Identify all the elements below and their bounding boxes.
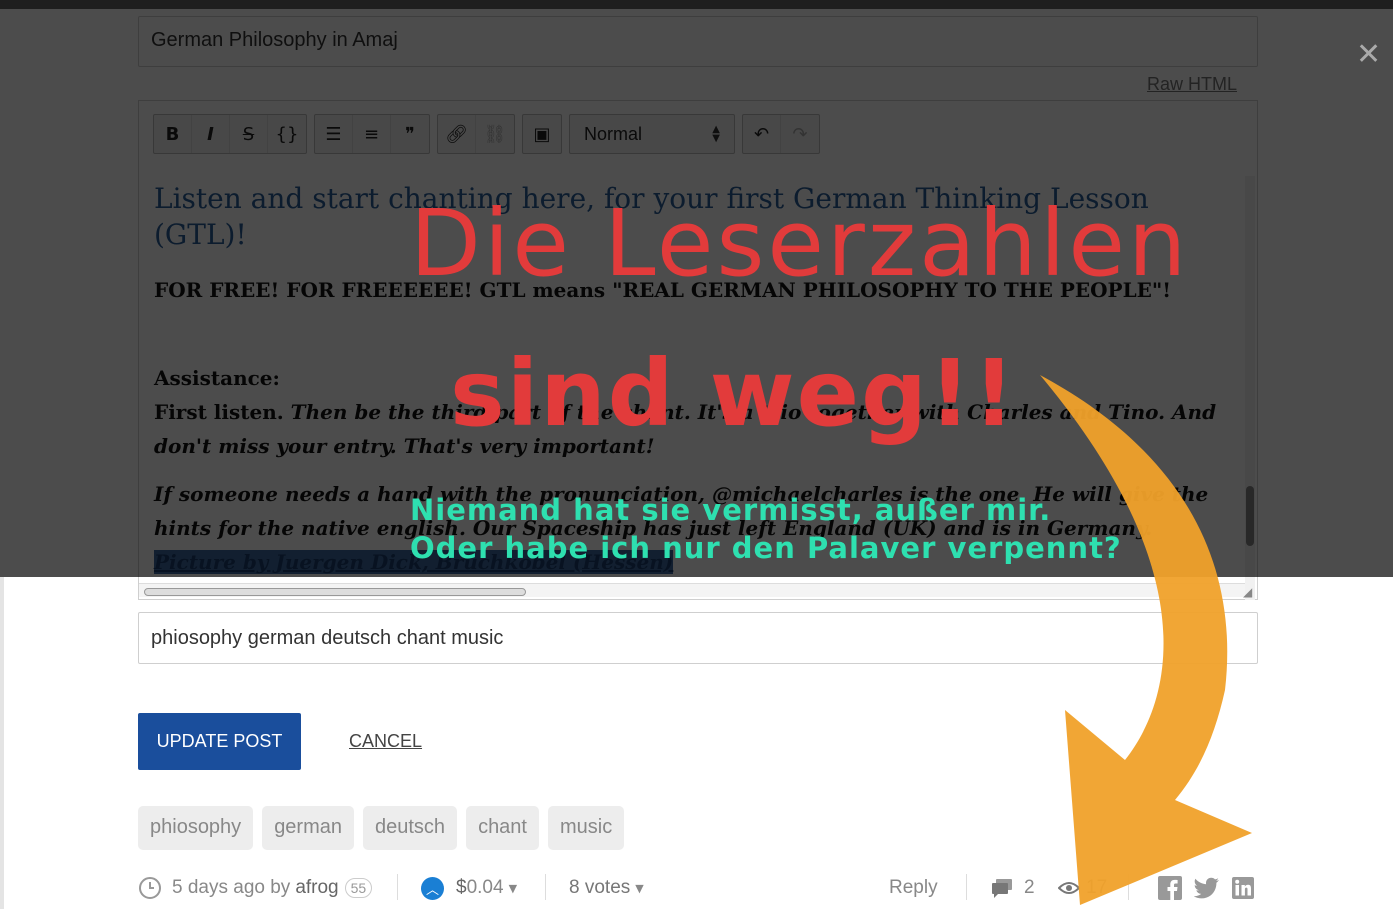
- assistance-rest: Then be the third part of the chant. It'…: [154, 400, 1217, 458]
- code-icon[interactable]: {}: [268, 115, 306, 153]
- twitter-icon[interactable]: [1194, 877, 1220, 899]
- numbered-list-icon[interactable]: ≡: [353, 115, 391, 153]
- image-icon[interactable]: ▣: [523, 115, 561, 153]
- comments-icon: [992, 879, 1012, 898]
- unlink-icon[interactable]: ⛓: [476, 115, 514, 153]
- link-group: 🔗︎ ⛓: [437, 114, 515, 154]
- raw-html-link[interactable]: Raw HTML: [1147, 74, 1237, 95]
- resize-grip-icon[interactable]: ◢: [1243, 585, 1257, 599]
- upvote-icon[interactable]: ︿: [421, 876, 444, 900]
- list-group: ☰ ≡ ❞: [314, 114, 430, 154]
- votes-count[interactable]: 8 votes: [569, 877, 630, 899]
- tags-input[interactable]: phiosophy german deutsch chant music: [138, 612, 1258, 664]
- share-block: [1158, 872, 1254, 904]
- top-bar: [0, 0, 1393, 9]
- tag-list: phiosophy german deutsch chant music: [138, 806, 625, 850]
- editor-content[interactable]: Listen and start chanting here, for your…: [154, 181, 1224, 579]
- image-group: ▣: [522, 114, 562, 154]
- reputation-badge: 55: [344, 878, 373, 898]
- undo-icon[interactable]: ↶: [743, 115, 781, 153]
- content-heading: Listen and start chanting here, for your…: [154, 182, 1149, 251]
- format-group: B I S {}: [153, 114, 307, 154]
- link-icon[interactable]: 🔗︎: [438, 115, 476, 153]
- views-count: 17: [1086, 877, 1108, 898]
- strikethrough-icon[interactable]: S: [230, 115, 268, 153]
- select-arrows-icon: ▲ ▼: [712, 124, 720, 144]
- tag-chip[interactable]: music: [548, 806, 625, 850]
- post-meta: 5 days ago by afrog 55: [138, 872, 373, 904]
- assistance-first: First listen.: [154, 400, 284, 424]
- vertical-scroll-thumb[interactable]: [1246, 486, 1254, 546]
- post-footer: 5 days ago by afrog 55 ︿ $ 0.04 ▼ 8 vote…: [138, 872, 1258, 904]
- reply-link[interactable]: Reply: [889, 872, 938, 904]
- bullet-list-icon[interactable]: ☰: [315, 115, 353, 153]
- picture-credit-link[interactable]: Picture by Juergen Dick, Bruchkobel (Hes…: [154, 550, 674, 574]
- payout-amount[interactable]: 0.04: [467, 877, 504, 899]
- divider: [966, 874, 967, 900]
- comments-count: 2: [1024, 877, 1035, 898]
- horizontal-scroll-thumb[interactable]: [144, 588, 526, 596]
- author-link[interactable]: afrog: [295, 877, 338, 899]
- payout-caret-icon[interactable]: ▼: [509, 882, 517, 895]
- content-paragraph-free: FOR FREE! FOR FREEEEEE! GTL means "REAL …: [154, 278, 1172, 302]
- tag-chip[interactable]: chant: [466, 806, 539, 850]
- horizontal-scrollbar[interactable]: [139, 583, 1245, 597]
- quote-icon[interactable]: ❞: [391, 115, 429, 153]
- tag-chip[interactable]: deutsch: [363, 806, 458, 850]
- format-select-value: Normal: [584, 123, 643, 144]
- tag-chip[interactable]: german: [262, 806, 354, 850]
- content-paragraph-pronunciation: If someone needs a hand with the pronunc…: [154, 477, 1224, 579]
- editor-toolbar: B I S {} ☰ ≡ ❞ 🔗︎ ⛓ ▣ Normal ▲ ▼ ↶ ↷: [153, 114, 820, 156]
- redo-icon[interactable]: ↷: [781, 115, 819, 153]
- format-select[interactable]: Normal ▲ ▼: [569, 114, 735, 154]
- bold-icon[interactable]: B: [154, 115, 192, 153]
- divider: [545, 874, 546, 900]
- divider: [1128, 874, 1129, 900]
- cancel-button[interactable]: CANCEL: [349, 731, 422, 752]
- comments-block[interactable]: 2: [990, 872, 1035, 904]
- rich-text-editor[interactable]: B I S {} ☰ ≡ ❞ 🔗︎ ⛓ ▣ Normal ▲ ▼ ↶ ↷ List…: [138, 100, 1258, 600]
- history-group: ↶ ↷: [742, 114, 820, 154]
- eye-icon: [1058, 882, 1080, 894]
- vertical-scrollbar[interactable]: [1245, 176, 1255, 600]
- italic-icon[interactable]: I: [192, 115, 230, 153]
- close-icon[interactable]: ✕: [1356, 40, 1381, 70]
- content-paragraph-assistance: Assistance: First listen. Then be the th…: [154, 361, 1224, 463]
- clock-icon: [139, 877, 161, 899]
- views-block: 17: [1058, 872, 1107, 904]
- assistance-label: Assistance:: [154, 366, 280, 390]
- payout-block: ︿ $ 0.04 ▼: [421, 872, 517, 904]
- divider: [397, 874, 398, 900]
- votes-block[interactable]: 8 votes ▼: [569, 872, 644, 904]
- payout-currency: $: [456, 877, 467, 898]
- reply-label[interactable]: Reply: [889, 877, 938, 899]
- facebook-icon[interactable]: [1158, 876, 1182, 900]
- left-edge: [0, 577, 4, 909]
- votes-caret-icon[interactable]: ▼: [635, 882, 643, 895]
- tag-chip[interactable]: phiosophy: [138, 806, 254, 850]
- pronunciation-text: If someone needs a hand with the pronunc…: [154, 482, 1209, 540]
- post-title-input[interactable]: German Philosophy in Amaj: [138, 16, 1258, 67]
- update-post-button[interactable]: UPDATE POST: [138, 713, 301, 770]
- post-age: 5 days ago by: [172, 877, 291, 898]
- linkedin-icon[interactable]: [1232, 877, 1254, 899]
